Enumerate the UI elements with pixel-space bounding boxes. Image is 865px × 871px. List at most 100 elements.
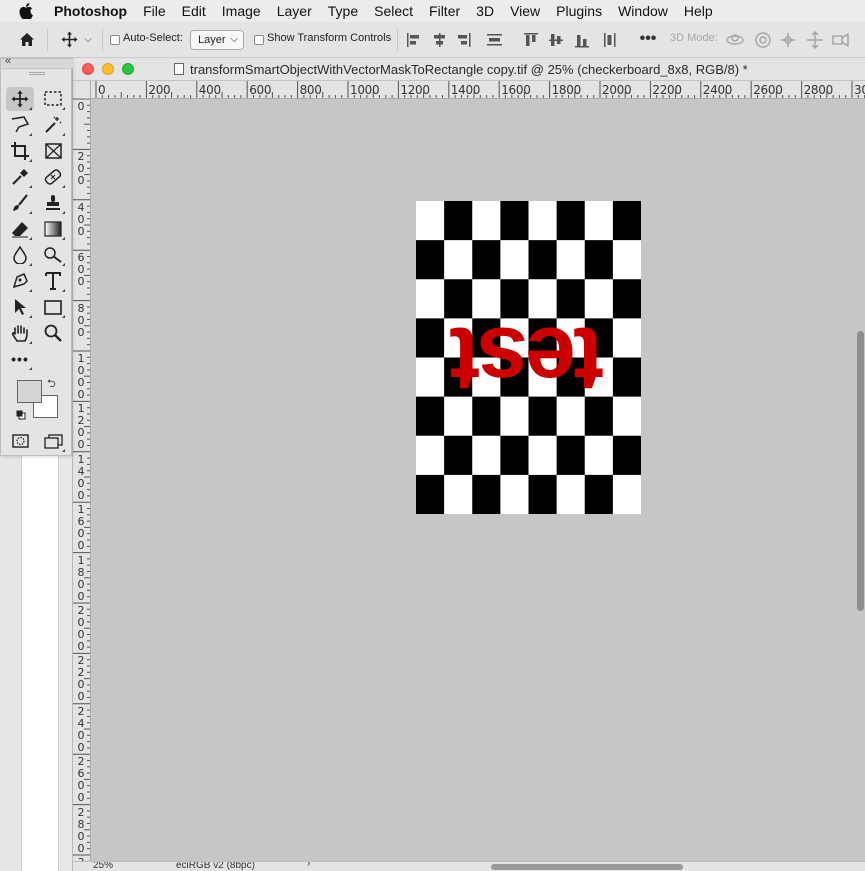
menu-3d[interactable]: 3D [476,3,494,19]
status-menu-arrow-icon[interactable]: › [307,862,310,869]
hand-icon [11,324,28,342]
tools-panel: « ••• ⮌ [0,55,73,456]
menu-layer[interactable]: Layer [277,3,312,19]
collapse-panel-icon[interactable]: « [5,55,11,67]
screen-mode-button[interactable] [39,429,67,453]
checker-square [612,318,641,358]
lasso-tool-button[interactable] [6,113,34,137]
align-horizontal-centers-icon[interactable] [434,33,445,47]
horizontal-scrollbar-thumb[interactable] [491,864,683,870]
checker-square [612,240,641,280]
3d-mode-buttons-group [726,31,849,49]
swap-colors-icon[interactable]: ⮌ [47,375,56,394]
3d-slide-icon[interactable] [807,31,823,49]
zoom-window-button[interactable] [122,63,134,75]
color-profile-info[interactable]: eciRGB v2 (8bpc) [176,862,255,871]
type-icon [45,272,61,290]
menu-window[interactable]: Window [618,3,668,19]
checker-square [444,201,473,241]
zoom-tool-button[interactable] [39,321,67,345]
menu-help[interactable]: Help [684,3,713,19]
checker-square [612,435,641,476]
panel-grip[interactable] [29,72,45,75]
path-selection-tool-button[interactable] [6,295,34,319]
zoom-level[interactable]: 25% [93,862,113,871]
pen-tool-button[interactable] [6,269,34,293]
marquee-tool-button[interactable] [39,87,67,111]
document-tab[interactable]: transformSmartObjectWithVectorMaskToRect… [73,58,865,81]
menu-file[interactable]: File [143,3,166,19]
ruler-label: 1800 [77,553,85,603]
auto-select-label: Auto-Select: [123,32,183,44]
menu-image[interactable]: Image [222,3,261,19]
align-top-edges-icon[interactable] [524,33,538,46]
chevron-down-icon[interactable]: ⌵ [82,22,94,58]
align-left-edges-icon[interactable] [407,33,419,47]
distribute-vertical-icon[interactable] [487,34,502,46]
3d-orbit-icon[interactable] [726,34,744,45]
align-vertical-centers-icon[interactable] [549,34,563,46]
ruler-label: 1600 [501,83,531,97]
eyedropper-tool-button[interactable] [6,165,34,189]
minimize-window-button[interactable] [102,63,114,75]
healing-brush-tool-button[interactable] [39,165,67,189]
gradient-tool-button[interactable] [39,217,67,241]
menu-edit[interactable]: Edit [182,3,206,19]
menu-select[interactable]: Select [374,3,413,19]
3d-mode-label: 3D Mode: [670,32,718,44]
dodge-tool-button[interactable] [39,243,67,267]
polygonal-lasso-icon [11,116,30,133]
frame-tool-button[interactable] [39,139,67,163]
checker-square [528,201,558,241]
align-right-edges-icon[interactable] [458,33,471,47]
3d-scale-icon[interactable] [832,32,849,48]
apple-menu-icon[interactable] [17,3,35,19]
ruler-label: 2200 [77,654,85,704]
checker-square [416,474,445,514]
more-options-icon[interactable]: ••• [638,21,658,57]
auto-select-target-dropdown[interactable]: Layer ⌵ [190,30,244,50]
foreground-color-swatch[interactable] [17,380,42,403]
brush-tool-button[interactable] [6,191,34,215]
clone-stamp-tool-button[interactable] [39,191,67,215]
auto-select-checkbox[interactable] [110,35,120,45]
menu-plugins[interactable]: Plugins [556,3,602,19]
move-tool-preset-icon[interactable] [58,22,80,62]
menu-filter[interactable]: Filter [429,3,460,19]
menu-type[interactable]: Type [328,3,358,19]
horizontal-ruler[interactable]: 0 200 400 600 800 1000 1200 1400 1600 1800 2000 220… [91,81,865,99]
type-tool-button[interactable] [39,269,67,293]
distribute-horizontal-icon[interactable] [604,33,616,47]
align-bottom-edges-icon[interactable] [575,35,589,48]
vertical-scrollbar[interactable] [856,99,865,861]
edit-toolbar-button[interactable]: ••• [6,347,34,371]
menu-app-name[interactable]: Photoshop [54,3,127,19]
vertical-scrollbar-thumb[interactable] [857,331,864,611]
rectangle-shape-icon [44,299,62,315]
crop-tool-button[interactable] [6,139,34,163]
quick-mask-button[interactable] [6,429,34,453]
ruler-label: 1200 [77,402,85,452]
blur-tool-button[interactable] [6,243,34,267]
checker-square [416,357,445,398]
tools-panel-header[interactable]: « [1,55,73,69]
show-transform-controls-checkbox[interactable] [254,35,264,45]
canvas-pasteboard[interactable]: test [91,99,857,861]
eraser-tool-button[interactable] [6,217,34,241]
menu-bar: Photoshop File Edit Image Layer Type Sel… [0,0,865,22]
move-tool-button[interactable] [6,87,34,111]
document-image[interactable]: test [416,201,641,514]
default-colors-icon[interactable] [16,410,26,420]
magic-wand-tool-button[interactable] [39,113,67,137]
ruler-origin[interactable] [73,81,91,99]
water-drop-icon [13,246,27,264]
3d-drag-icon[interactable] [781,33,795,47]
menu-view[interactable]: View [510,3,540,19]
home-icon[interactable] [16,22,38,61]
hand-tool-button[interactable] [6,321,34,345]
rectangle-tool-button[interactable] [39,295,67,319]
close-window-button[interactable] [82,63,94,75]
vertical-ruler[interactable]: 0 200 400 600 800 1000 1200 1400 1600 1800 2000 220… [73,99,91,861]
3d-roll-icon[interactable] [755,32,771,48]
ruler-label: 30 [854,83,865,97]
